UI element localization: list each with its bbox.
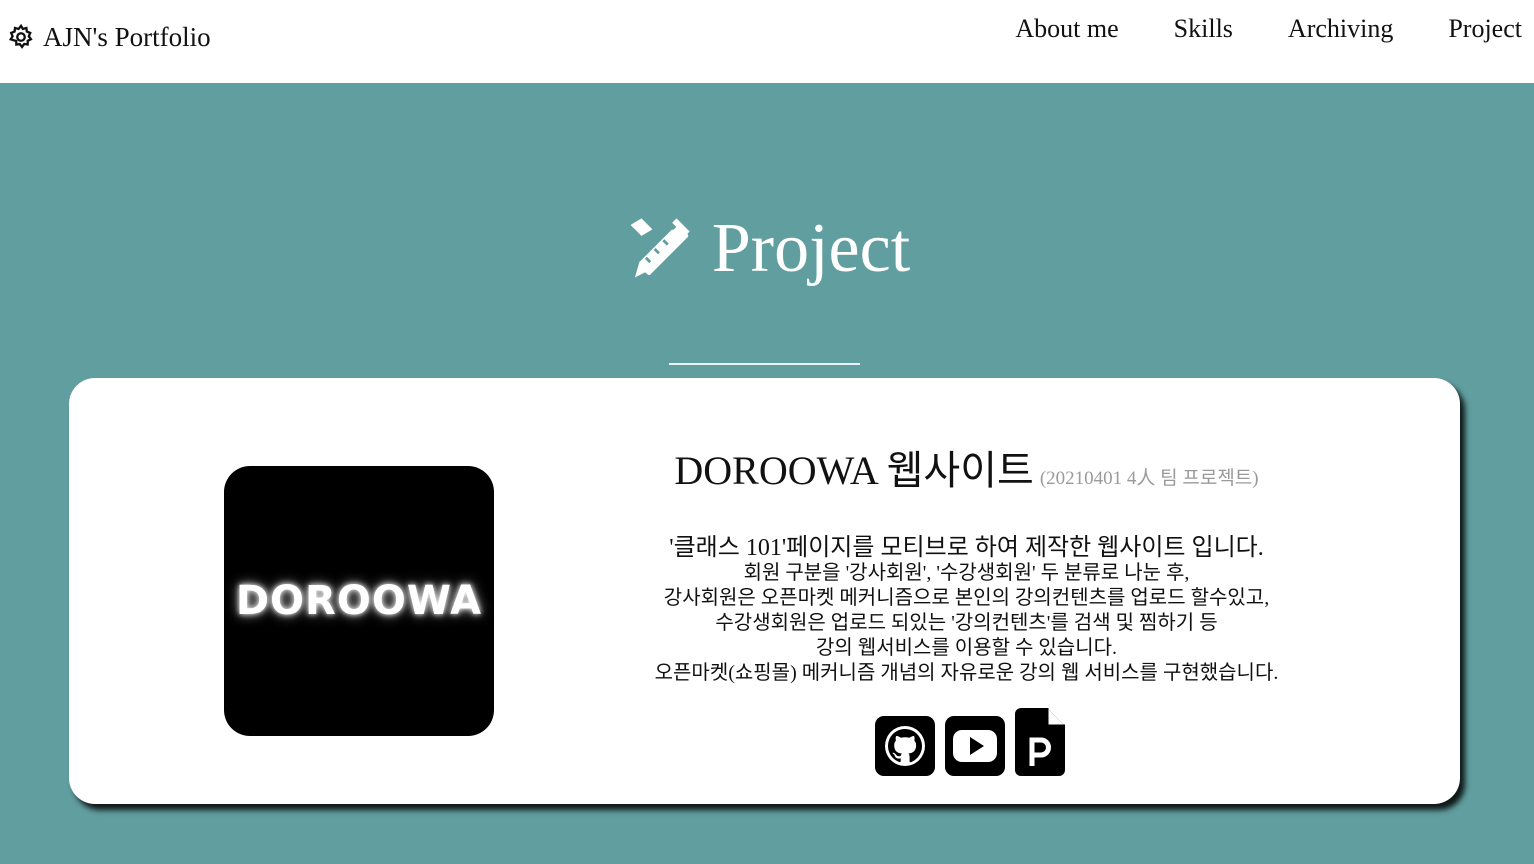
section-divider [669, 363, 860, 365]
section-title: Project [711, 210, 911, 287]
description-line: 강의 웹서비스를 이용할 수 있습니다. [816, 637, 1117, 659]
project-info: DOROOWA 웹사이트 (20210401 4人 팀 프로젝트) '클래스 1… [589, 438, 1344, 686]
brand-link[interactable]: AJN's Portfolio [7, 18, 211, 56]
youtube-link[interactable] [945, 716, 1005, 780]
description-line: 회원 구분을 '강사회원', '수강생회원' 두 분류로 나눈 후, [743, 562, 1190, 584]
project-logo-text: DOROOWA [235, 578, 483, 624]
nav-link-archiving[interactable]: Archiving [1288, 14, 1393, 44]
project-title-row: DOROOWA 웹사이트 (20210401 4人 팀 프로젝트) [589, 438, 1344, 496]
github-link[interactable] [875, 716, 935, 780]
github-icon [875, 716, 935, 776]
description-line: 오픈마켓(쇼핑몰) 메커니즘 개념의 자유로운 강의 웹 서비스를 구현했습니다… [654, 662, 1279, 684]
brand-title: AJN's Portfolio [43, 21, 211, 52]
gear-icon [8, 23, 33, 49]
nav-menu: About me Skills Archiving Project [1015, 14, 1522, 44]
section-header: Project [0, 214, 1534, 284]
nav-link-project[interactable]: Project [1448, 14, 1522, 44]
ppt-file-icon [1015, 708, 1065, 776]
project-logo: DOROOWA [224, 466, 494, 736]
ppt-link[interactable] [1015, 708, 1065, 780]
project-name: DOROOWA 웹사이트 [674, 448, 1034, 493]
youtube-icon [945, 716, 1005, 776]
description-line: 강사회원은 오픈마켓 메커니즘으로 본인의 강의컨텐츠를 업로드 할수있고, [663, 587, 1270, 609]
project-meta: (20210401 4人 팀 프로젝트) [1039, 468, 1259, 489]
navbar: AJN's Portfolio About me Skills Archivin… [0, 0, 1534, 83]
pencil-ruler-icon [630, 218, 690, 278]
project-card: DOROOWA DOROOWA 웹사이트 (20210401 4人 팀 프로젝트… [69, 378, 1460, 804]
nav-link-skills[interactable]: Skills [1174, 14, 1233, 44]
description-line: '클래스 101'페이지를 모티브로 하여 제작한 웹사이트 입니다. [669, 535, 1264, 561]
project-description: '클래스 101'페이지를 모티브로 하여 제작한 웹사이트 입니다. 회원 구… [589, 536, 1344, 686]
nav-link-about-me[interactable]: About me [1015, 14, 1118, 44]
project-links [875, 708, 1065, 780]
description-line: 수강생회원은 업로드 되있는 '강의컨텐츠'를 검색 및 찜하기 등 [715, 612, 1218, 634]
